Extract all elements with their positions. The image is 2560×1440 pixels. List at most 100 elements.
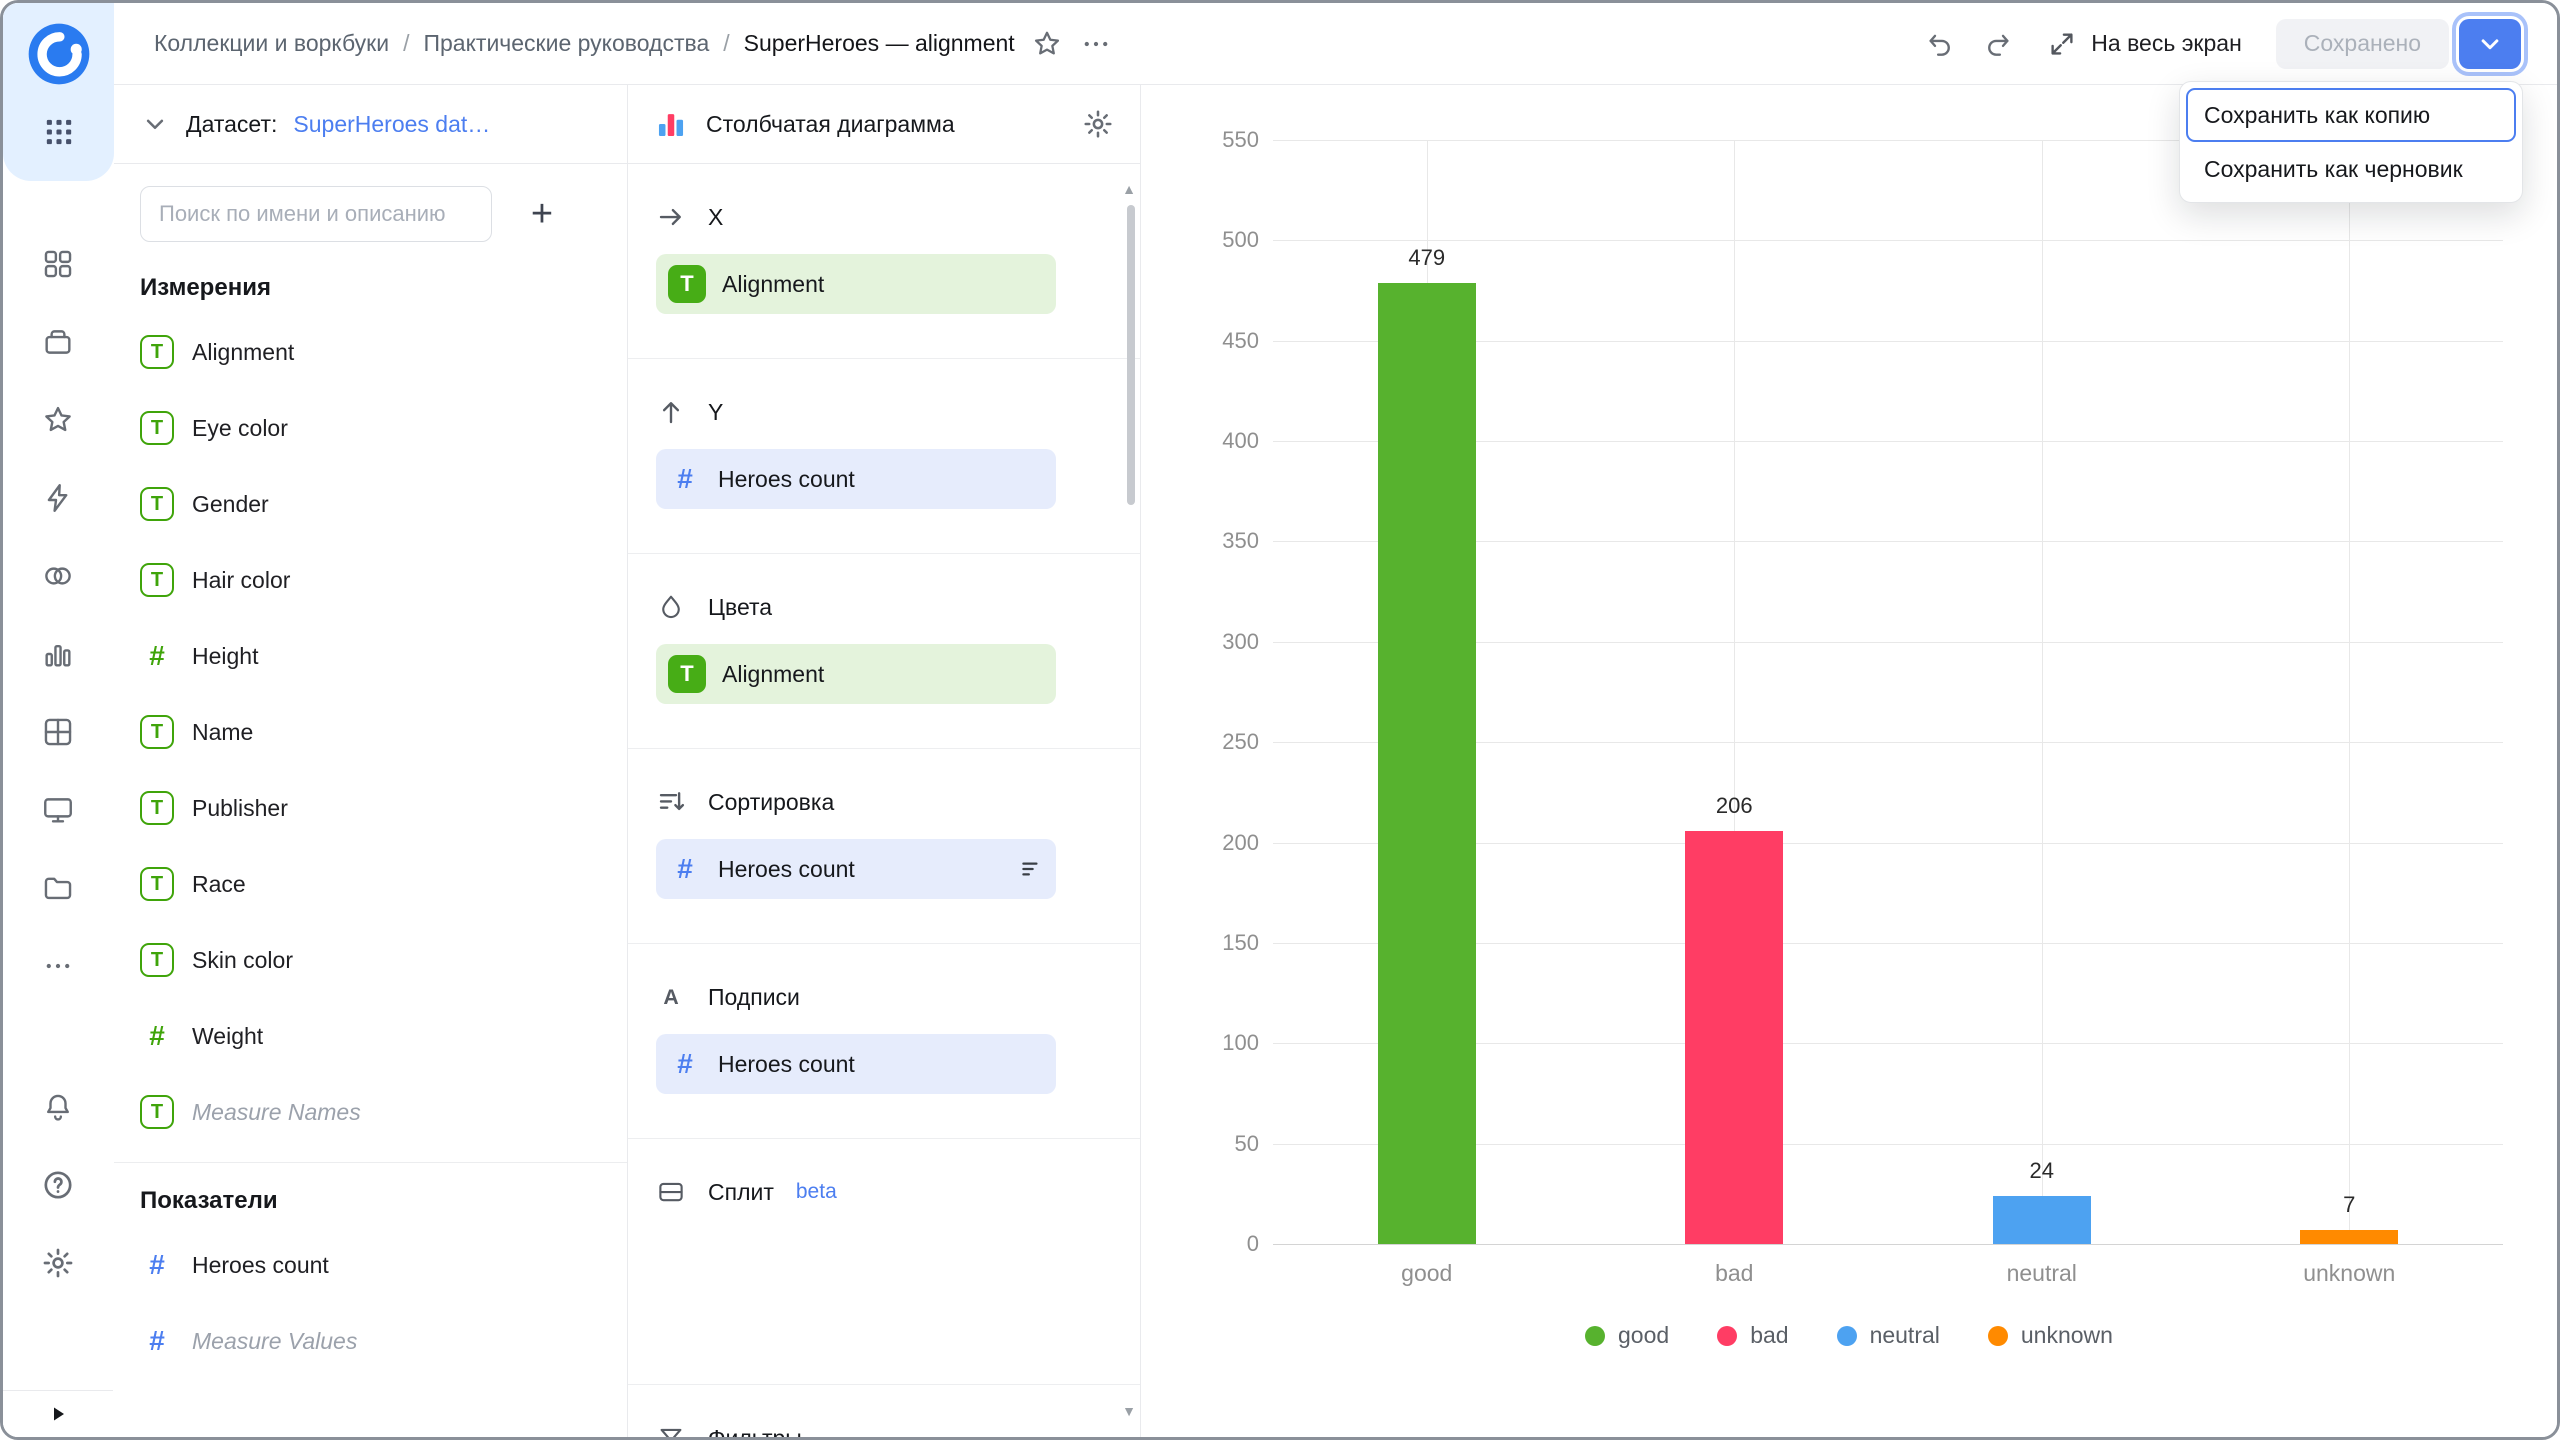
breadcrumb-item[interactable]: SuperHeroes — alignment: [744, 30, 1015, 57]
bar-good[interactable]: [1378, 283, 1476, 1244]
pill-label: Heroes count: [718, 466, 855, 493]
nav-charts-button[interactable]: [41, 637, 75, 671]
settings-icon: [41, 1246, 75, 1280]
more-actions-button[interactable]: [1079, 27, 1113, 61]
field-item[interactable]: # Weight: [114, 998, 627, 1074]
field-label: Gender: [192, 491, 269, 518]
legend-label: bad: [1750, 1322, 1788, 1349]
field-pill[interactable]: TAlignment: [656, 254, 1056, 314]
fullscreen-label: На весь экран: [2091, 30, 2242, 57]
y-axis-tick-label: 500: [1159, 227, 1259, 253]
number-field-icon: #: [140, 1020, 174, 1052]
save-options-button[interactable]: [2459, 19, 2521, 69]
field-item[interactable]: TGender: [114, 466, 627, 542]
field-item[interactable]: TSkin color: [114, 922, 627, 998]
legend-item-neutral[interactable]: neutral: [1837, 1322, 1940, 1349]
saved-button[interactable]: Сохранено: [2276, 19, 2449, 69]
field-item[interactable]: TMeasure Names: [114, 1074, 627, 1150]
field-label: Heroes count: [192, 1252, 329, 1279]
field-item[interactable]: #Heroes count: [114, 1227, 627, 1303]
field-pill[interactable]: #Heroes count: [656, 839, 1056, 899]
field-label: Eye color: [192, 415, 288, 442]
legend-label: good: [1618, 1322, 1669, 1349]
rail-logo-area: [3, 3, 114, 181]
notifications-icon: [41, 1090, 75, 1124]
favorite-star-button[interactable]: [1031, 28, 1063, 60]
bar-bad[interactable]: [1685, 831, 1783, 1244]
section-label: Фильтры: [708, 1425, 802, 1438]
nav-notifications-button[interactable]: [41, 1090, 75, 1124]
field-label: Publisher: [192, 795, 288, 822]
undo-button[interactable]: [1925, 29, 1955, 59]
y-axis-tick-label: 0: [1159, 1231, 1259, 1257]
dataset-name-link[interactable]: SuperHeroes dat…: [293, 111, 490, 138]
scroll-down-arrow[interactable]: ▼: [1122, 1403, 1136, 1419]
charts-icon: [41, 637, 75, 671]
widgets-icon: [41, 247, 75, 281]
chart-legend: good bad neutral unknown: [1141, 1322, 2557, 1349]
field-item[interactable]: TName: [114, 694, 627, 770]
nav-quick-actions-button[interactable]: [41, 481, 75, 515]
breadcrumb-item[interactable]: Коллекции и воркбуки: [154, 30, 389, 57]
field-label: Race: [192, 871, 246, 898]
add-field-button[interactable]: +: [516, 188, 568, 240]
section-filters: Фильтры: [628, 1385, 1140, 1437]
text-field-icon: T: [668, 265, 706, 303]
app-window: Коллекции и воркбуки/Практические руково…: [0, 0, 2560, 1440]
sort-order-icon[interactable]: [1018, 856, 1044, 882]
field-search-input[interactable]: [140, 186, 492, 242]
nav-connections-button[interactable]: [41, 559, 75, 593]
field-label: Weight: [192, 1023, 263, 1050]
y-axis-tick-label: 300: [1159, 629, 1259, 655]
expand-panel-button[interactable]: [46, 1402, 70, 1426]
bar-neutral[interactable]: [1993, 1196, 2091, 1244]
nav-workbooks-button[interactable]: [41, 325, 75, 359]
dataset-collapse-button[interactable]: [140, 109, 170, 139]
breadcrumb-item[interactable]: Практические руководства: [423, 30, 709, 57]
nav-monitoring-button[interactable]: [41, 793, 75, 827]
legend-item-good[interactable]: good: [1585, 1322, 1669, 1349]
section-x-axis: XTAlignment: [628, 164, 1140, 359]
number-field-icon: #: [668, 463, 702, 495]
nav-storage-button[interactable]: [41, 871, 75, 905]
field-item[interactable]: TRace: [114, 846, 627, 922]
text-field-icon: T: [140, 411, 174, 445]
nav-favorites-button[interactable]: [41, 403, 75, 437]
chart-type-label[interactable]: Столбчатая диаграмма: [706, 111, 955, 138]
legend-item-bad[interactable]: bad: [1717, 1322, 1788, 1349]
chart-settings-button[interactable]: [1082, 108, 1114, 140]
field-pill[interactable]: # Heroes count: [656, 449, 1056, 509]
legend-label: neutral: [1870, 1322, 1940, 1349]
field-item[interactable]: TPublisher: [114, 770, 627, 846]
measures-list: #Heroes count#Measure Values: [114, 1227, 627, 1379]
field-pill[interactable]: #Heroes count: [656, 1034, 1056, 1094]
y-axis-tick-label: 100: [1159, 1030, 1259, 1056]
fullscreen-button[interactable]: На весь экран: [2041, 28, 2248, 60]
scrollbar-thumb[interactable]: [1127, 205, 1135, 505]
nav-widgets-button[interactable]: [41, 247, 75, 281]
field-pill[interactable]: TAlignment: [656, 644, 1056, 704]
section-label: Сплит: [708, 1179, 774, 1206]
section-header: Фильтры: [628, 1409, 1140, 1437]
section-header: Цвета: [628, 578, 1140, 636]
bar-unknown[interactable]: [2300, 1230, 2398, 1244]
field-item[interactable]: #Measure Values: [114, 1303, 627, 1379]
nav-help-button[interactable]: [41, 1168, 75, 1202]
save-menu-item[interactable]: Сохранить как черновик: [2186, 142, 2516, 196]
datasets-icon: [41, 715, 75, 749]
field-item[interactable]: T Eye color: [114, 390, 627, 466]
field-item[interactable]: THair color: [114, 542, 627, 618]
nav-datasets-button[interactable]: [41, 715, 75, 749]
scroll-up-arrow[interactable]: ▲: [1122, 181, 1136, 197]
save-menu-item[interactable]: Сохранить как копию: [2186, 88, 2516, 142]
chart-type-header: Столбчатая диаграмма: [628, 85, 1140, 164]
legend-item-unknown[interactable]: unknown: [1988, 1322, 2113, 1349]
nav-more-button[interactable]: [41, 949, 75, 983]
labels-icon: A: [656, 982, 686, 1012]
field-item[interactable]: TAlignment: [114, 314, 627, 390]
redo-button[interactable]: [1983, 29, 2013, 59]
nav-settings-button[interactable]: [41, 1246, 75, 1280]
section-header: Y: [628, 383, 1140, 441]
caret-down-icon: [2475, 29, 2505, 59]
field-item[interactable]: #Height: [114, 618, 627, 694]
